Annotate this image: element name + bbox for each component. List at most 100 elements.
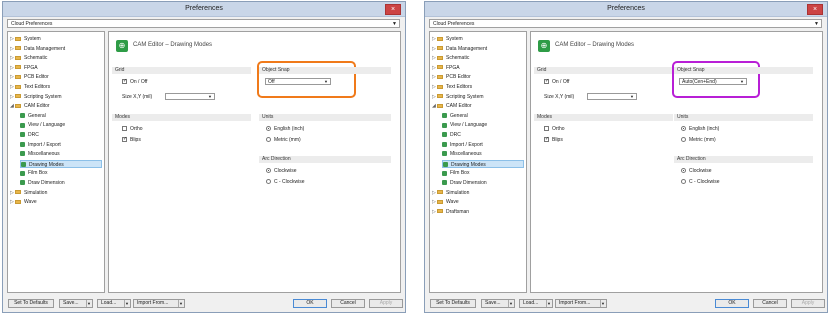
tree-item-label: Simulation — [446, 189, 470, 196]
blips-checkbox[interactable]: ✓ — [122, 137, 127, 142]
import-from-button[interactable]: Import From... ▼ — [133, 299, 185, 308]
tree-item-simulation[interactable]: ▷ Simulation — [10, 189, 102, 197]
tree-item-schematic[interactable]: ▷ Schematic — [432, 54, 524, 62]
tree-item-pcb-editor[interactable]: ▷ PCB Editor — [432, 73, 524, 81]
tree-item-scripting-system[interactable]: ▷ Scripting System — [432, 93, 524, 101]
folder-icon — [437, 65, 443, 70]
tree-item-fpga[interactable]: ▷ FPGA — [432, 64, 524, 72]
tree-item-view-language[interactable]: View / Language — [20, 121, 102, 129]
tree-item-general[interactable]: General — [442, 112, 524, 120]
tree-item-drawing-modes[interactable]: Drawing Modes — [20, 159, 102, 168]
size-xy-dropdown[interactable]: ▼ — [587, 93, 637, 100]
blips-checkbox[interactable]: ✓ — [544, 137, 549, 142]
cclockwise-radio[interactable] — [266, 179, 271, 184]
set-to-defaults-button[interactable]: Set To Defaults — [8, 299, 54, 308]
tree-item-label: Text Editors — [446, 84, 473, 90]
clockwise-label: Clockwise — [274, 168, 297, 174]
tree-item-drc[interactable]: DRC — [442, 131, 524, 139]
cam-page-icon — [442, 122, 447, 128]
tree-item-wave[interactable]: ▷ Wave — [10, 198, 102, 206]
tree-item-view-language[interactable]: View / Language — [442, 121, 524, 129]
english-radio[interactable] — [681, 126, 686, 131]
tree-item-film-box[interactable]: Film Box — [442, 169, 524, 177]
cclockwise-label: C - Clockwise — [689, 179, 720, 185]
grid-on-off-checkbox[interactable]: ✓ — [122, 79, 127, 84]
save-button[interactable]: Save... ▼ — [481, 299, 515, 308]
save-button[interactable]: Save... ▼ — [59, 299, 93, 308]
folder-icon — [15, 84, 21, 89]
tree-item-draw-dimension[interactable]: Draw Dimension — [20, 179, 102, 187]
tree-item-general[interactable]: General — [20, 112, 102, 120]
cam-page-icon — [442, 180, 447, 186]
tree-item-miscellaneous[interactable]: Miscellaneous — [442, 150, 524, 158]
cclockwise-radio[interactable] — [681, 179, 686, 184]
tree-item-import-export[interactable]: Import / Export — [20, 141, 102, 149]
metric-radio[interactable] — [266, 137, 271, 142]
import-from-button[interactable]: Import From... ▼ — [555, 299, 607, 308]
tree-item-miscellaneous[interactable]: Miscellaneous — [20, 150, 102, 158]
tree-item-film-box[interactable]: Film Box — [20, 169, 102, 177]
set-to-defaults-button[interactable]: Set To Defaults — [430, 299, 476, 308]
tree-item-draw-dimension[interactable]: Draw Dimension — [442, 179, 524, 187]
tree-item-label: General — [450, 112, 468, 119]
tree-item-cam-editor[interactable]: ◢ CAM Editor — [432, 102, 524, 110]
ortho-checkbox[interactable] — [544, 126, 549, 131]
tree-item-label: Drawing Modes — [29, 161, 64, 168]
tree-item-drc[interactable]: DRC — [20, 131, 102, 139]
size-xy-dropdown[interactable]: ▼ — [165, 93, 215, 100]
ok-button[interactable]: OK — [715, 299, 749, 308]
ok-button[interactable]: OK — [293, 299, 327, 308]
tree-item-data-management[interactable]: ▷ Data Management — [432, 45, 524, 53]
tree-item-system[interactable]: ▷ System — [10, 35, 102, 43]
grid-on-off-checkbox[interactable]: ✓ — [544, 79, 549, 84]
cam-page-icon — [20, 180, 25, 186]
ortho-checkbox[interactable] — [122, 126, 127, 131]
folder-icon — [437, 94, 443, 99]
object-snap-dropdown[interactable]: Off ▼ — [265, 78, 331, 85]
tree-item-pcb-editor[interactable]: ▷ PCB Editor — [10, 73, 102, 81]
import-from-label: Import From... — [137, 300, 169, 306]
close-button[interactable]: × — [807, 4, 823, 15]
grid-on-off-label: On / Off — [552, 79, 570, 85]
tree-item-draftsman[interactable]: ▷ Draftsman — [432, 208, 524, 216]
folder-icon — [437, 46, 443, 51]
english-radio[interactable] — [266, 126, 271, 131]
size-xy-label: Size X,Y (mil) — [544, 94, 575, 100]
clockwise-radio[interactable] — [681, 168, 686, 173]
cloud-preferences-dropdown[interactable]: Cloud Preferences ▼ — [429, 19, 822, 28]
tree-item-text-editors[interactable]: ▷ Text Editors — [10, 83, 102, 91]
apply-button[interactable]: Apply — [369, 299, 403, 308]
tree-item-label: Drawing Modes — [451, 161, 486, 168]
load-button[interactable]: Load... ▼ — [519, 299, 553, 308]
folder-icon — [15, 55, 21, 60]
clockwise-radio[interactable] — [266, 168, 271, 173]
load-button[interactable]: Load... ▼ — [97, 299, 131, 308]
tree-item-data-management[interactable]: ▷ Data Management — [10, 45, 102, 53]
chevron-down-icon: ▼ — [547, 301, 551, 306]
blips-label: Blips — [130, 137, 141, 143]
folder-icon — [15, 94, 21, 99]
tree-item-cam-editor[interactable]: ◢ CAM Editor — [10, 102, 102, 110]
tree-item-label: Data Management — [446, 45, 488, 52]
tree-item-simulation[interactable]: ▷ Simulation — [432, 189, 524, 197]
tree-item-system[interactable]: ▷ System — [432, 35, 524, 43]
folder-icon — [437, 84, 443, 89]
close-button[interactable]: × — [385, 4, 401, 15]
cam-page-icon — [20, 132, 25, 138]
apply-button[interactable]: Apply — [791, 299, 825, 308]
tree-item-scripting-system[interactable]: ▷ Scripting System — [10, 93, 102, 101]
metric-radio[interactable] — [681, 137, 686, 142]
object-snap-dropdown[interactable]: Auto(Cen+End) ▼ — [679, 78, 747, 85]
tree-item-drawing-modes[interactable]: Drawing Modes — [442, 159, 524, 168]
tree-item-import-export[interactable]: Import / Export — [442, 141, 524, 149]
chevron-down-icon: ▼ — [814, 21, 819, 27]
folder-icon — [437, 75, 443, 80]
tree-item-schematic[interactable]: ▷ Schematic — [10, 54, 102, 62]
tree-item-text-editors[interactable]: ▷ Text Editors — [432, 83, 524, 91]
tree-item-fpga[interactable]: ▷ FPGA — [10, 64, 102, 72]
cloud-preferences-dropdown[interactable]: Cloud Preferences ▼ — [7, 19, 400, 28]
tree-item-label: Schematic — [24, 55, 48, 62]
tree-item-wave[interactable]: ▷ Wave — [432, 198, 524, 206]
cancel-button[interactable]: Cancel — [331, 299, 365, 308]
cancel-button[interactable]: Cancel — [753, 299, 787, 308]
